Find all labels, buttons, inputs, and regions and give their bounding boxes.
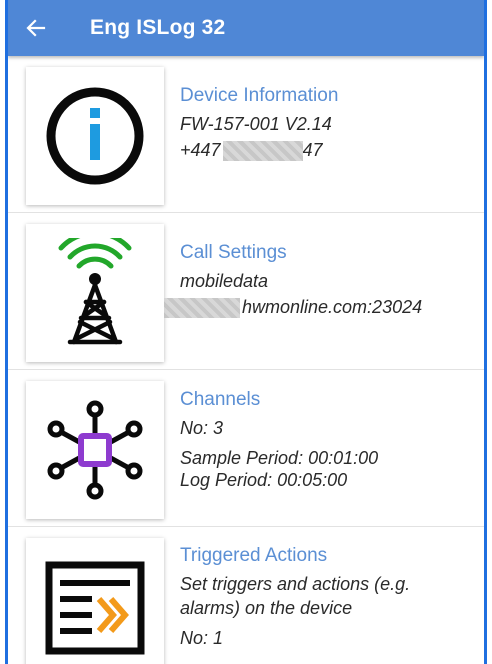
back-button[interactable]: [8, 0, 64, 56]
server-host: hwmonline.com:23024: [242, 297, 423, 317]
arrow-left-icon: [26, 19, 46, 37]
description-line-1: Set triggers and actions (e.g.: [180, 574, 411, 594]
page-title: Eng ISLog 32: [90, 16, 226, 39]
phone-suffix: 47: [302, 140, 323, 160]
apn-value: mobiledata: [180, 271, 269, 291]
list-item-triggered-actions[interactable]: Triggered Actions Set triggers and actio…: [8, 527, 484, 664]
channels-hub-icon: [47, 400, 143, 500]
phone-number: +447 47: [180, 137, 484, 163]
device-information-icon-tile: [26, 67, 164, 205]
list-item-call-settings[interactable]: Call Settings mobiledata hwmonline.com:2…: [8, 213, 484, 370]
action-count: No: 1: [180, 628, 224, 648]
channels-icon-tile: [26, 381, 164, 519]
phone-prefix: +447: [180, 140, 221, 160]
log-period: Log Period: 00:05:00: [180, 470, 348, 490]
info-icon: [46, 87, 144, 185]
antenna-tower-icon: [58, 238, 132, 345]
settings-list: Device Information FW-157-001 V2.14 +447…: [8, 56, 484, 664]
description-line-2: alarms) on the device: [180, 598, 353, 618]
triggered-actions-icon-tile: [26, 538, 164, 664]
item-title: Device Information: [180, 85, 339, 106]
server-address: hwmonline.com:23024: [164, 294, 484, 320]
item-title: Channels: [180, 389, 261, 410]
channel-count: No: 3: [180, 418, 224, 438]
list-item-channels[interactable]: Channels No: 3 Sample Period: 00:01:00 L…: [8, 370, 484, 527]
redacted-block: [222, 141, 303, 162]
app-bar: Eng ISLog 32: [8, 0, 484, 56]
item-title: Triggered Actions: [180, 545, 328, 566]
app-window: Eng ISLog 32 Device Information FW-157-0…: [5, 0, 487, 664]
sample-period: Sample Period: 00:01:00: [180, 448, 379, 468]
firmware-version: FW-157-001 V2.14: [180, 114, 332, 134]
redacted-block: [164, 298, 240, 319]
item-title: Call Settings: [180, 242, 287, 263]
call-settings-icon-tile: [26, 224, 164, 362]
list-item-device-information[interactable]: Device Information FW-157-001 V2.14 +447…: [8, 56, 484, 213]
triggered-actions-icon: [45, 561, 145, 655]
